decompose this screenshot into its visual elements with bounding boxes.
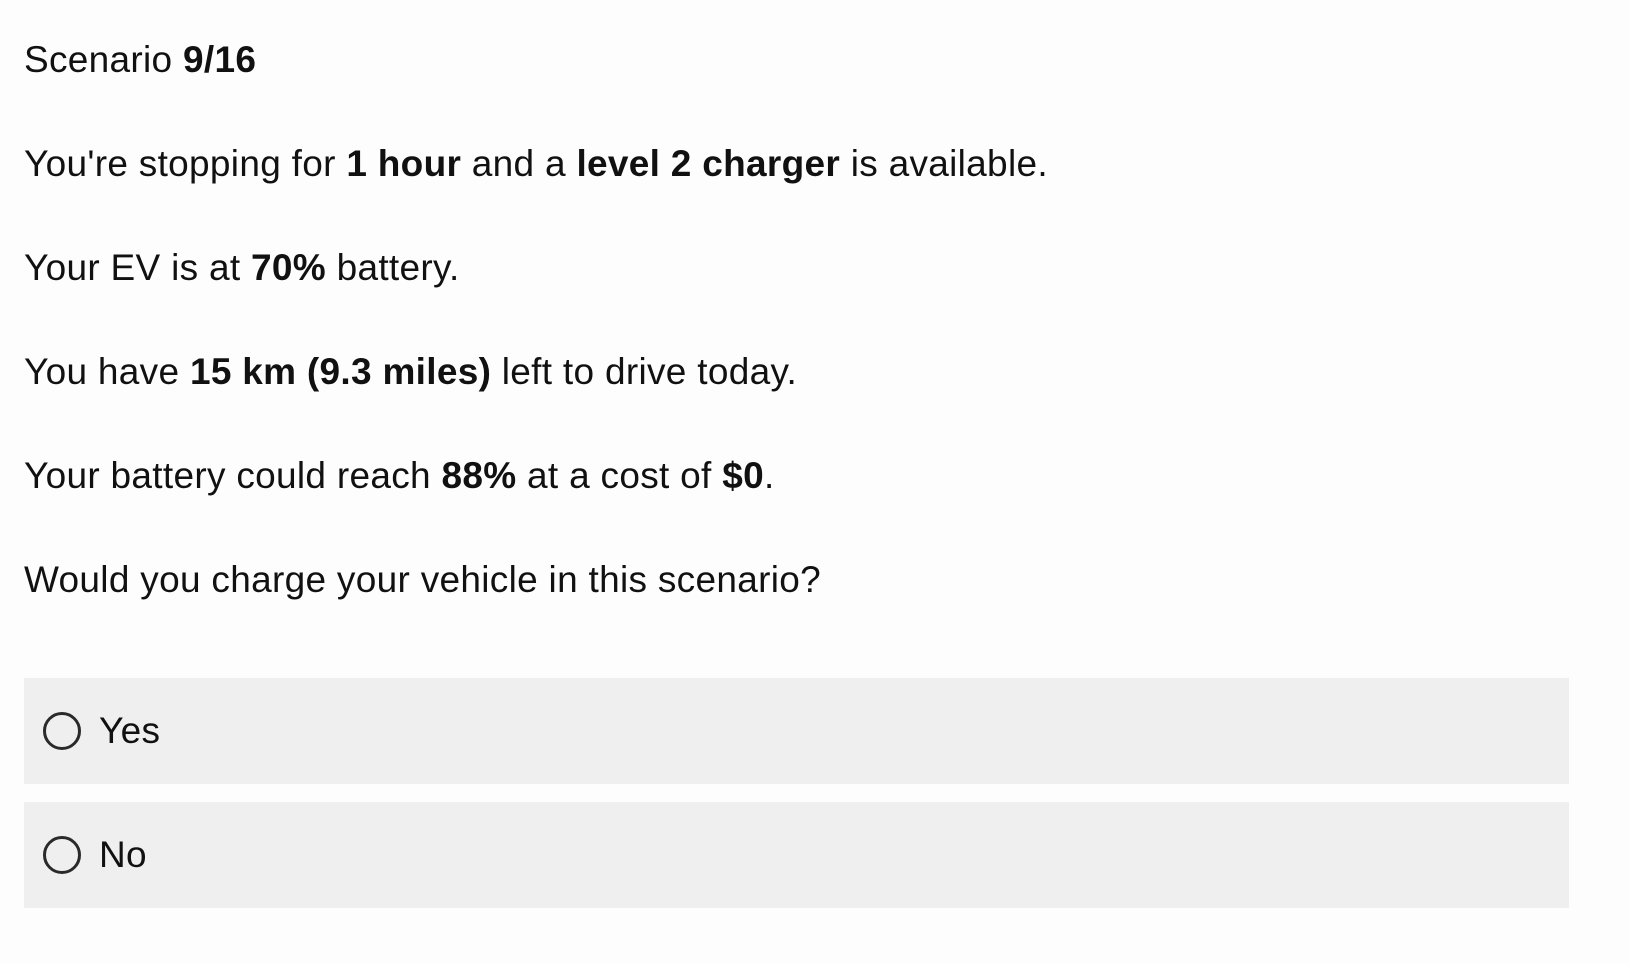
battery-prefix-text: Your EV is at xyxy=(24,247,252,288)
answer-option-no[interactable]: No xyxy=(24,802,1569,908)
stop-duration-value: 1 hour xyxy=(346,143,462,184)
stop-middle-text: and a xyxy=(461,143,577,184)
remaining-distance-statement: You have 15 km (9.3 miles) left to drive… xyxy=(24,350,797,394)
charge-cost-value: $0 xyxy=(722,455,764,496)
stop-suffix-text: is available. xyxy=(840,143,1048,184)
scenario-label: Scenario xyxy=(24,39,173,80)
radio-button-no[interactable] xyxy=(43,836,81,874)
question-text: Would you charge your vehicle in this sc… xyxy=(24,559,822,600)
radio-button-yes[interactable] xyxy=(43,712,81,750)
distance-value: 15 km (9.3 miles) xyxy=(189,351,492,392)
distance-prefix-text: You have xyxy=(24,351,190,392)
scenario-progress-count: 9/16 xyxy=(183,39,257,80)
reach-suffix-text: . xyxy=(763,455,775,496)
reach-prefix-text: Your battery could reach xyxy=(24,455,442,496)
stop-duration-statement: You're stopping for 1 hour and a level 2… xyxy=(24,142,1048,186)
charger-type-value: level 2 charger xyxy=(576,143,841,184)
answer-option-yes[interactable]: Yes xyxy=(24,678,1569,784)
battery-level-value: 70% xyxy=(251,247,326,288)
answer-label-yes: Yes xyxy=(99,710,161,751)
distance-suffix-text: left to drive today. xyxy=(491,351,798,392)
stop-prefix-text: You're stopping for xyxy=(24,143,347,184)
reach-middle-text: at a cost of xyxy=(516,455,723,496)
scenario-progress: Scenario 9/16 xyxy=(24,38,256,82)
target-battery-value: 88% xyxy=(441,455,517,496)
charge-outcome-statement: Your battery could reach 88% at a cost o… xyxy=(24,454,775,498)
answer-label-no: No xyxy=(99,834,147,875)
battery-suffix-text: battery. xyxy=(325,247,460,288)
battery-level-statement: Your EV is at 70% battery. xyxy=(24,246,460,290)
